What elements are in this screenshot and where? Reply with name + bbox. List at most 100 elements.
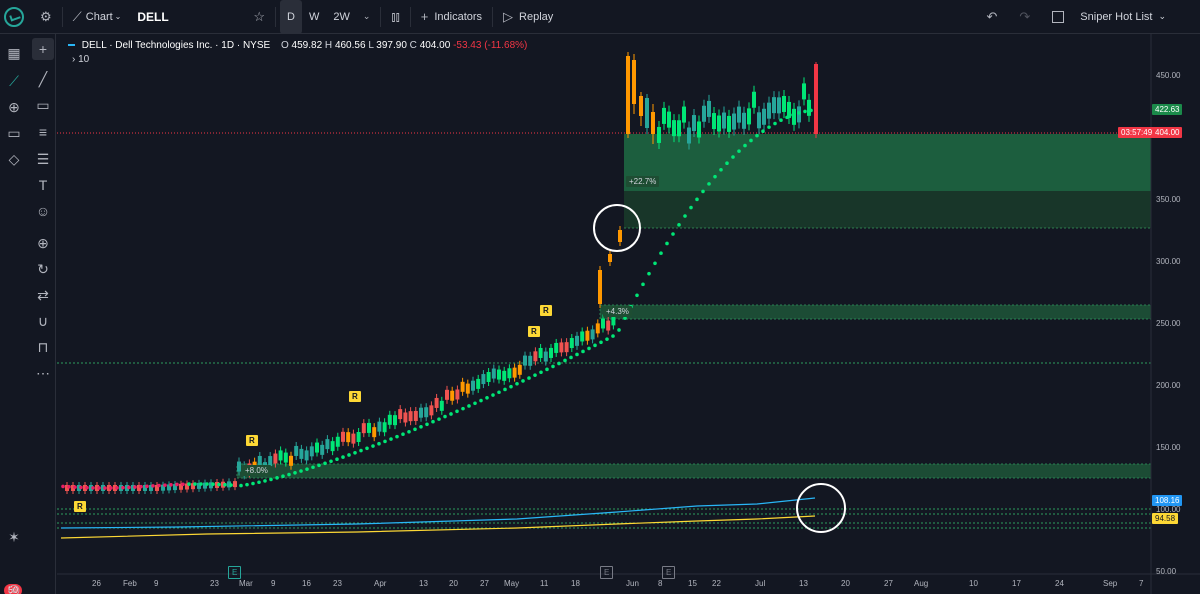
time-tick: Jul xyxy=(755,579,766,588)
sync-icon[interactable]: ⇄ xyxy=(32,284,54,306)
ema-dot xyxy=(515,382,519,386)
r-marker[interactable]: R xyxy=(349,391,361,402)
zoom-icon[interactable]: ⊕ xyxy=(32,232,54,254)
price-tick: 200.00 xyxy=(1156,381,1181,390)
chart-type-button[interactable]: ⟋ Chart ⌄ xyxy=(67,0,128,34)
earnings-marker[interactable]: E xyxy=(600,566,614,579)
target-icon[interactable]: ⊕ xyxy=(3,96,25,118)
zone-rect xyxy=(236,463,1152,479)
earnings-marker[interactable]: E xyxy=(662,566,676,579)
ema-dot xyxy=(467,404,471,408)
candle-body xyxy=(315,442,319,453)
ema-dot xyxy=(73,485,77,489)
ema-dot xyxy=(767,125,771,129)
lock-icon[interactable]: ⊓ xyxy=(32,336,54,358)
emoji-icon[interactable]: ☺ xyxy=(32,200,54,222)
r-marker[interactable]: R xyxy=(540,305,552,316)
candles xyxy=(65,52,818,494)
ema-dot xyxy=(323,461,327,466)
timeframe-d-button[interactable]: D xyxy=(280,0,302,34)
trendline-icon[interactable]: ╱ xyxy=(32,68,54,90)
text-icon[interactable]: T xyxy=(32,174,54,196)
time-tick: Feb xyxy=(123,579,137,588)
replay-button[interactable]: ▷ Replay xyxy=(497,0,559,34)
candles-icon[interactable]: ⫾⫾ xyxy=(385,0,405,34)
candle-body xyxy=(549,347,553,358)
alert-icon[interactable]: ◎ xyxy=(3,578,25,594)
watchlist-button[interactable]: Sniper Hot List ⌄ xyxy=(1046,0,1172,34)
price-tick: 350.00 xyxy=(1156,195,1181,204)
candle-body xyxy=(237,461,241,472)
refresh-icon[interactable]: ↻ xyxy=(32,258,54,280)
ema-dot xyxy=(169,482,173,487)
earnings-marker[interactable]: E xyxy=(228,566,242,579)
ema-dot xyxy=(809,108,813,113)
candle-body xyxy=(398,409,403,420)
ema-dot xyxy=(551,364,555,369)
timeframe-w-button[interactable]: W xyxy=(302,0,326,34)
chat-icon[interactable]: ▭ xyxy=(3,122,25,144)
magnet-icon[interactable]: ∪ xyxy=(32,310,54,332)
app-logo-icon[interactable] xyxy=(4,6,24,27)
ema-dot xyxy=(599,340,603,345)
candle-body xyxy=(351,433,356,444)
time-tick: May xyxy=(504,579,520,588)
candle-body xyxy=(651,112,655,134)
ema-dot xyxy=(773,121,777,126)
crosshair-icon[interactable]: + xyxy=(32,38,54,60)
candle-body xyxy=(807,99,811,116)
ema-dot xyxy=(533,373,537,377)
ema-dot xyxy=(779,118,783,123)
watchlist-checkbox-icon xyxy=(1052,10,1065,23)
ema-dot xyxy=(635,293,639,298)
legend-indicator-row[interactable]: › 10 xyxy=(72,54,89,65)
candle-body xyxy=(632,60,636,104)
ema-dot xyxy=(719,167,723,172)
candle-body xyxy=(662,107,666,124)
education-icon[interactable]: ◇ xyxy=(3,148,25,170)
settings-gear-icon[interactable]: ⚙ xyxy=(34,0,58,34)
candle-body xyxy=(439,400,444,411)
time-tick: 9 xyxy=(154,579,159,588)
layout-grid-icon[interactable]: ▦ xyxy=(3,42,25,64)
ema-dot xyxy=(803,109,807,114)
text-lines-icon[interactable]: ≡ xyxy=(32,121,54,143)
redo-icon[interactable]: ↷ xyxy=(1013,0,1036,34)
candle-body xyxy=(575,335,579,346)
ema-dot xyxy=(431,419,435,424)
ema-dot xyxy=(79,485,83,490)
r-marker[interactable]: R xyxy=(74,501,86,512)
undo-icon[interactable]: ↶ xyxy=(980,0,1003,34)
chart-icon[interactable]: ⟋ xyxy=(3,70,25,92)
time-tick: 20 xyxy=(841,579,850,588)
r-marker[interactable]: R xyxy=(528,326,540,337)
timeframe-dropdown-icon[interactable]: ⌄ xyxy=(357,0,377,34)
time-tick: 13 xyxy=(419,579,428,588)
left-toolbar: ▦ ⟋ ⊕ ▭ ◇ + ╱ ▭ ≡ ☰ T ☺ ⊕ ↻ ⇄ ∪ ⊓ ⋯ ✶ 50… xyxy=(0,34,56,594)
plus-icon: + xyxy=(420,9,429,24)
top-toolbar: ⚙ ⟋ Chart ⌄ DELL ☆ D W 2W ⌄ ⫾⫾ + Indicat… xyxy=(0,0,1200,34)
candle-body xyxy=(460,381,465,392)
timeframe-2w-button[interactable]: 2W xyxy=(326,0,357,34)
candle-body xyxy=(512,367,517,378)
bug-icon[interactable]: ✶ xyxy=(3,526,25,548)
candle-body xyxy=(294,445,299,456)
r-marker[interactable]: R xyxy=(246,435,258,446)
candle-body xyxy=(762,108,766,125)
indicators-button[interactable]: + Indicators xyxy=(415,0,488,34)
time-tick: Jun xyxy=(626,579,639,588)
symbol-search-button[interactable]: DELL xyxy=(137,10,199,24)
fib-icon[interactable]: ☰ xyxy=(32,148,54,170)
favorite-star-icon[interactable]: ☆ xyxy=(247,0,271,34)
markers xyxy=(593,204,846,533)
ema-dot xyxy=(605,337,609,341)
ema-dot xyxy=(497,390,501,395)
time-tick: 26 xyxy=(92,579,101,588)
time-tick: 18 xyxy=(571,579,580,588)
more-dots-icon[interactable]: ⋯ xyxy=(32,362,54,384)
candle-body xyxy=(702,105,706,122)
rectangle-icon[interactable]: ▭ xyxy=(32,94,54,116)
ema-dot xyxy=(287,472,291,477)
countdown-tag: 03:57:49 xyxy=(1118,127,1156,138)
candle-body xyxy=(772,97,776,114)
